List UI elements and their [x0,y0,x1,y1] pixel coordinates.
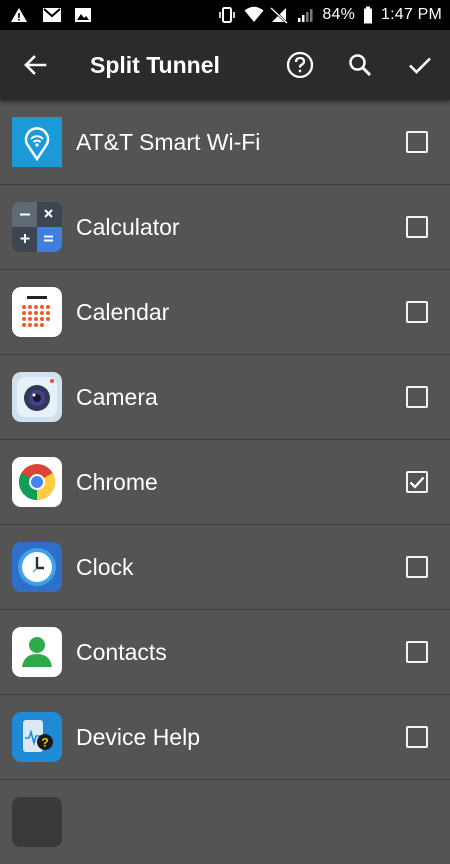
list-item-partial[interactable] [0,780,450,864]
check-icon [409,476,425,489]
wifi-icon [244,6,264,24]
app-label: Camera [76,384,158,410]
checkbox[interactable] [406,131,428,153]
search-icon [349,54,372,77]
chrome-icon [12,457,62,507]
partial-app-icon [12,797,62,847]
app-label: Chrome [76,469,158,495]
alert-icon [10,6,28,24]
att-wifi-icon [12,117,62,167]
list-item[interactable]: ? Device Help [0,695,450,780]
app-label: Device Help [76,724,200,750]
app-label: Calendar [76,299,170,325]
arrow-left-icon [24,55,47,75]
checkbox[interactable] [406,301,428,323]
do-not-disturb-icon [270,6,289,24]
status-left-icons [10,6,92,24]
list-item[interactable]: Contacts [0,610,450,695]
help-button[interactable] [285,50,315,80]
status-bar: 84% 1:47 PM [0,0,450,30]
calculator-icon [12,202,62,252]
list-item[interactable]: Camera [0,355,450,440]
list-item[interactable]: AT&T Smart Wi-Fi [0,100,450,185]
app-label: AT&T Smart Wi-Fi [76,129,261,155]
calendar-icon [12,287,62,337]
status-right: 84% 1:47 PM [218,0,442,30]
app-label: Calculator [76,214,180,240]
list-item[interactable]: Calculator [0,185,450,270]
app-label: Contacts [76,639,167,665]
check-icon [409,57,431,74]
battery-icon [363,6,373,24]
svg-text:?: ? [41,736,48,750]
camera-icon [12,372,62,422]
clock-icon [12,542,62,592]
help-circle-icon [286,51,314,79]
device-help-icon: ? [12,712,62,762]
app-label: Clock [76,554,134,580]
battery-percent: 84% [322,6,355,23]
search-button[interactable] [345,50,375,80]
list-item[interactable]: Clock [0,525,450,610]
list-item[interactable]: Chrome [0,440,450,525]
gmail-icon [42,6,61,24]
page-title: Split Tunnel [90,52,220,78]
checkbox[interactable] [406,216,428,238]
checkbox[interactable] [406,641,428,663]
list-item[interactable]: Calendar [0,270,450,355]
image-icon [74,6,92,24]
contacts-icon [12,627,62,677]
checkbox-checked[interactable] [406,471,428,493]
checkbox[interactable] [406,386,428,408]
app-list: AT&T Smart Wi-Fi Calculator Calendar Cam… [0,100,450,864]
back-button[interactable] [20,50,50,80]
checkbox[interactable] [406,726,428,748]
confirm-button[interactable] [405,50,435,80]
clock-time: 1:47 PM [381,6,442,23]
app-bar: Split Tunnel [0,30,450,100]
vibrate-icon [218,6,236,24]
checkbox[interactable] [406,556,428,578]
signal-icon [296,6,314,24]
